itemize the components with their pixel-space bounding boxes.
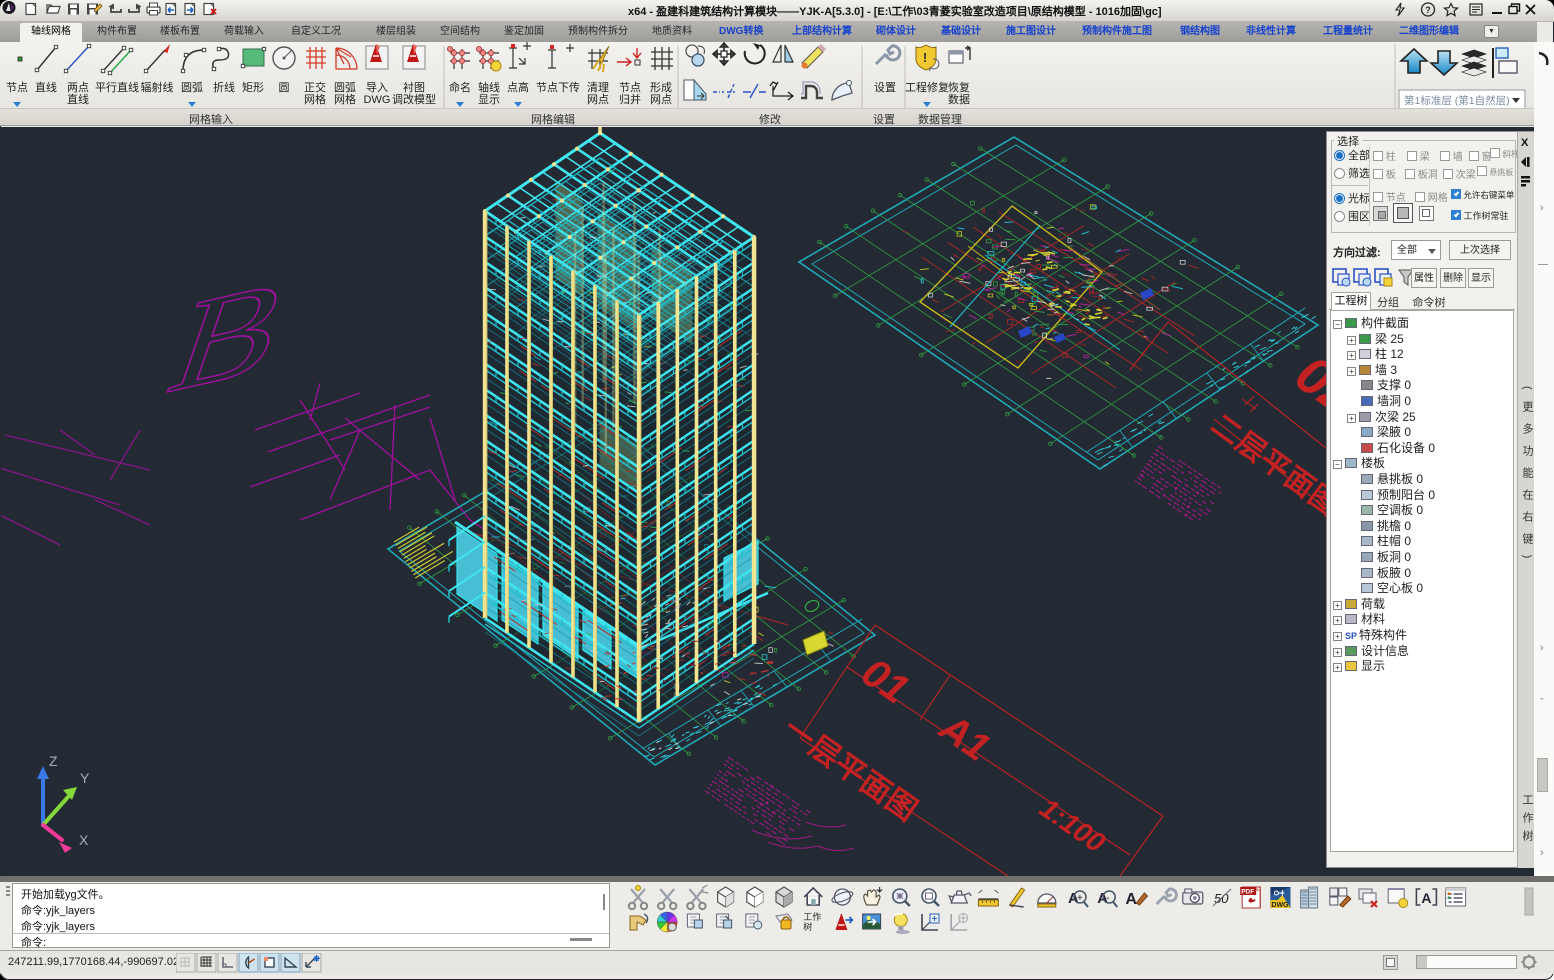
svg-text:平行直线: 平行直线 (95, 80, 139, 94)
svg-text:节点下传: 节点下传 (536, 81, 580, 94)
svg-text:!: ! (923, 50, 927, 65)
svg-text:Z: Z (49, 753, 58, 769)
svg-text:-: - (1106, 893, 1109, 904)
svg-text:两点: 两点 (67, 81, 89, 94)
svg-text:圆: 圆 (279, 81, 290, 94)
svg-text:网格: 网格 (334, 92, 356, 106)
svg-text:恢复: 恢复 (948, 80, 970, 94)
svg-text:工程修复: 工程修复 (905, 80, 949, 94)
svg-text:工作: 工作 (803, 911, 821, 922)
svg-text:?: ? (1425, 5, 1431, 15)
svg-text:矩形: 矩形 (242, 81, 264, 94)
svg-text:直线: 直线 (35, 80, 57, 94)
svg-text:Y: Y (80, 770, 90, 786)
svg-text:X: X (79, 832, 89, 848)
svg-text:形成: 形成 (650, 81, 672, 94)
svg-text:设置: 设置 (874, 81, 896, 94)
svg-text:显示: 显示 (478, 93, 500, 106)
svg-text:辐射线: 辐射线 (141, 80, 174, 94)
svg-text:折线: 折线 (213, 80, 235, 94)
svg-text:轴线: 轴线 (478, 80, 500, 94)
svg-text:节点: 节点 (619, 81, 641, 94)
svg-text:节点: 节点 (6, 81, 28, 94)
svg-text:衬图: 衬图 (403, 81, 425, 94)
svg-text:PDF: PDF (1241, 889, 1254, 896)
svg-text:DWG: DWG (364, 94, 391, 106)
svg-text:A: A (1421, 890, 1431, 906)
svg-text:清理: 清理 (587, 81, 609, 94)
svg-text:命名: 命名 (449, 80, 471, 94)
svg-text:直线: 直线 (67, 92, 89, 106)
svg-text:导入: 导入 (366, 81, 388, 94)
svg-text:DWG: DWG (1271, 902, 1289, 909)
svg-text:+: + (1077, 893, 1083, 904)
svg-text:数据: 数据 (948, 92, 970, 106)
svg-text:圆弧: 圆弧 (181, 80, 203, 94)
svg-text:A: A (1125, 891, 1137, 908)
svg-text:调改模型: 调改模型 (392, 92, 436, 106)
svg-text:网格: 网格 (304, 92, 326, 106)
svg-text:圆弧: 圆弧 (334, 80, 356, 94)
svg-text:第1标准层 (第1自然层): 第1标准层 (第1自然层) (1404, 94, 1510, 107)
svg-text:正交: 正交 (304, 80, 326, 94)
svg-text:归并: 归并 (619, 92, 641, 106)
svg-text:树: 树 (803, 921, 812, 932)
svg-text:网点: 网点 (587, 93, 609, 106)
svg-text:点高: 点高 (507, 80, 529, 94)
svg-text:网点: 网点 (650, 93, 672, 106)
